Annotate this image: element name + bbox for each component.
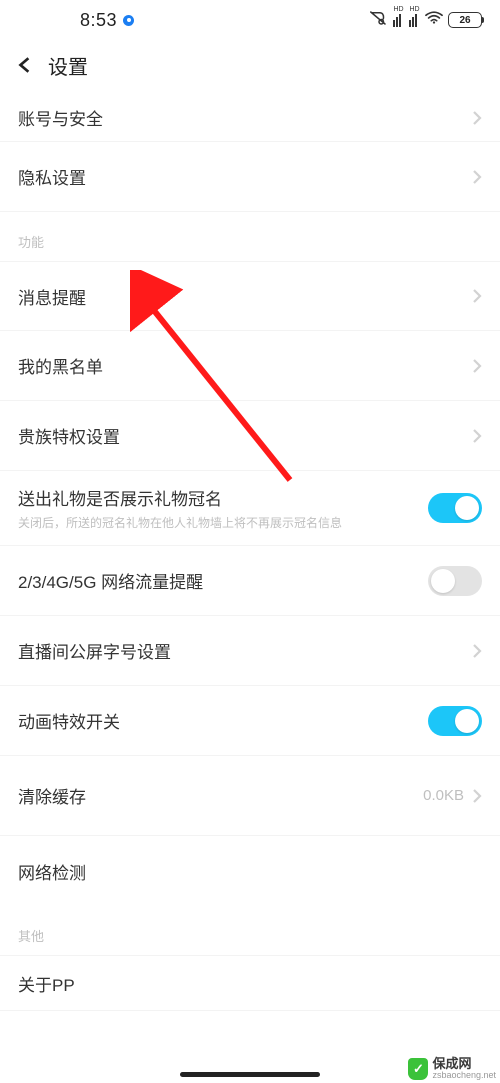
- signal-2-icon: HD: [409, 14, 420, 27]
- watermark: ✓ 保成网 zsbaocheng.net: [402, 1054, 500, 1083]
- row-network-check[interactable]: 网络检测: [0, 836, 500, 906]
- status-app-indicator-icon: [123, 15, 134, 26]
- row-label: 直播间公屏字号设置: [18, 638, 472, 663]
- row-blacklist[interactable]: 我的黑名单: [0, 331, 500, 401]
- row-label: 网络检测: [18, 859, 482, 884]
- cache-size-value: 0.0KB: [423, 787, 464, 804]
- row-label: 账号与安全: [18, 105, 472, 130]
- row-subtitle: 关闭后，所送的冠名礼物在他人礼物墙上将不再展示冠名信息: [18, 514, 428, 531]
- row-noble-privilege[interactable]: 贵族特权设置: [0, 401, 500, 471]
- row-privacy[interactable]: 隐私设置: [0, 142, 500, 212]
- row-animation-effects: 动画特效开关: [0, 686, 500, 756]
- battery-icon: 26: [448, 12, 482, 28]
- row-notifications[interactable]: 消息提醒: [0, 261, 500, 331]
- row-clear-cache[interactable]: 清除缓存 0.0KB: [0, 756, 500, 836]
- row-chat-font-size[interactable]: 直播间公屏字号设置: [0, 616, 500, 686]
- back-icon[interactable]: [16, 56, 34, 74]
- toggle-gift-name[interactable]: [428, 493, 482, 523]
- toggle-animation[interactable]: [428, 706, 482, 736]
- chevron-right-icon: [472, 110, 482, 126]
- signal-1-icon: HD: [393, 14, 404, 27]
- chevron-right-icon: [472, 788, 482, 804]
- row-label: 我的黑名单: [18, 353, 472, 378]
- chevron-right-icon: [472, 643, 482, 659]
- row-label: 贵族特权设置: [18, 423, 472, 448]
- watermark-brand: 保成网: [432, 1057, 496, 1071]
- mute-icon: [370, 10, 388, 31]
- row-label: 消息提醒: [18, 284, 472, 309]
- row-label: 动画特效开关: [18, 708, 428, 733]
- chevron-right-icon: [472, 428, 482, 444]
- row-label: 送出礼物是否展示礼物冠名: [18, 485, 428, 510]
- page-title: 设置: [48, 51, 88, 80]
- row-label: 关于PP: [18, 971, 482, 996]
- page-header: 设置: [0, 40, 500, 90]
- toggle-data-alert[interactable]: [428, 566, 482, 596]
- watermark-url: zsbaocheng.net: [432, 1071, 496, 1081]
- row-label: 清除缓存: [18, 783, 423, 808]
- chevron-right-icon: [472, 358, 482, 374]
- chevron-right-icon: [472, 288, 482, 304]
- section-title-other: 其他: [0, 906, 500, 955]
- shield-icon: ✓: [408, 1058, 428, 1080]
- row-account-security[interactable]: 账号与安全: [0, 90, 500, 142]
- row-label: 隐私设置: [18, 164, 472, 189]
- row-about[interactable]: 关于PP: [0, 955, 500, 1011]
- row-label: 2/3/4G/5G 网络流量提醒: [18, 568, 428, 593]
- wifi-icon: [425, 11, 443, 29]
- row-gift-name-display: 送出礼物是否展示礼物冠名 关闭后，所送的冠名礼物在他人礼物墙上将不再展示冠名信息: [0, 471, 500, 546]
- status-time: 8:53: [80, 10, 117, 31]
- home-indicator[interactable]: [180, 1072, 320, 1077]
- status-bar: 8:53 HD HD 26: [0, 0, 500, 40]
- section-title-functions: 功能: [0, 212, 500, 261]
- chevron-right-icon: [472, 169, 482, 185]
- row-data-usage-alert: 2/3/4G/5G 网络流量提醒: [0, 546, 500, 616]
